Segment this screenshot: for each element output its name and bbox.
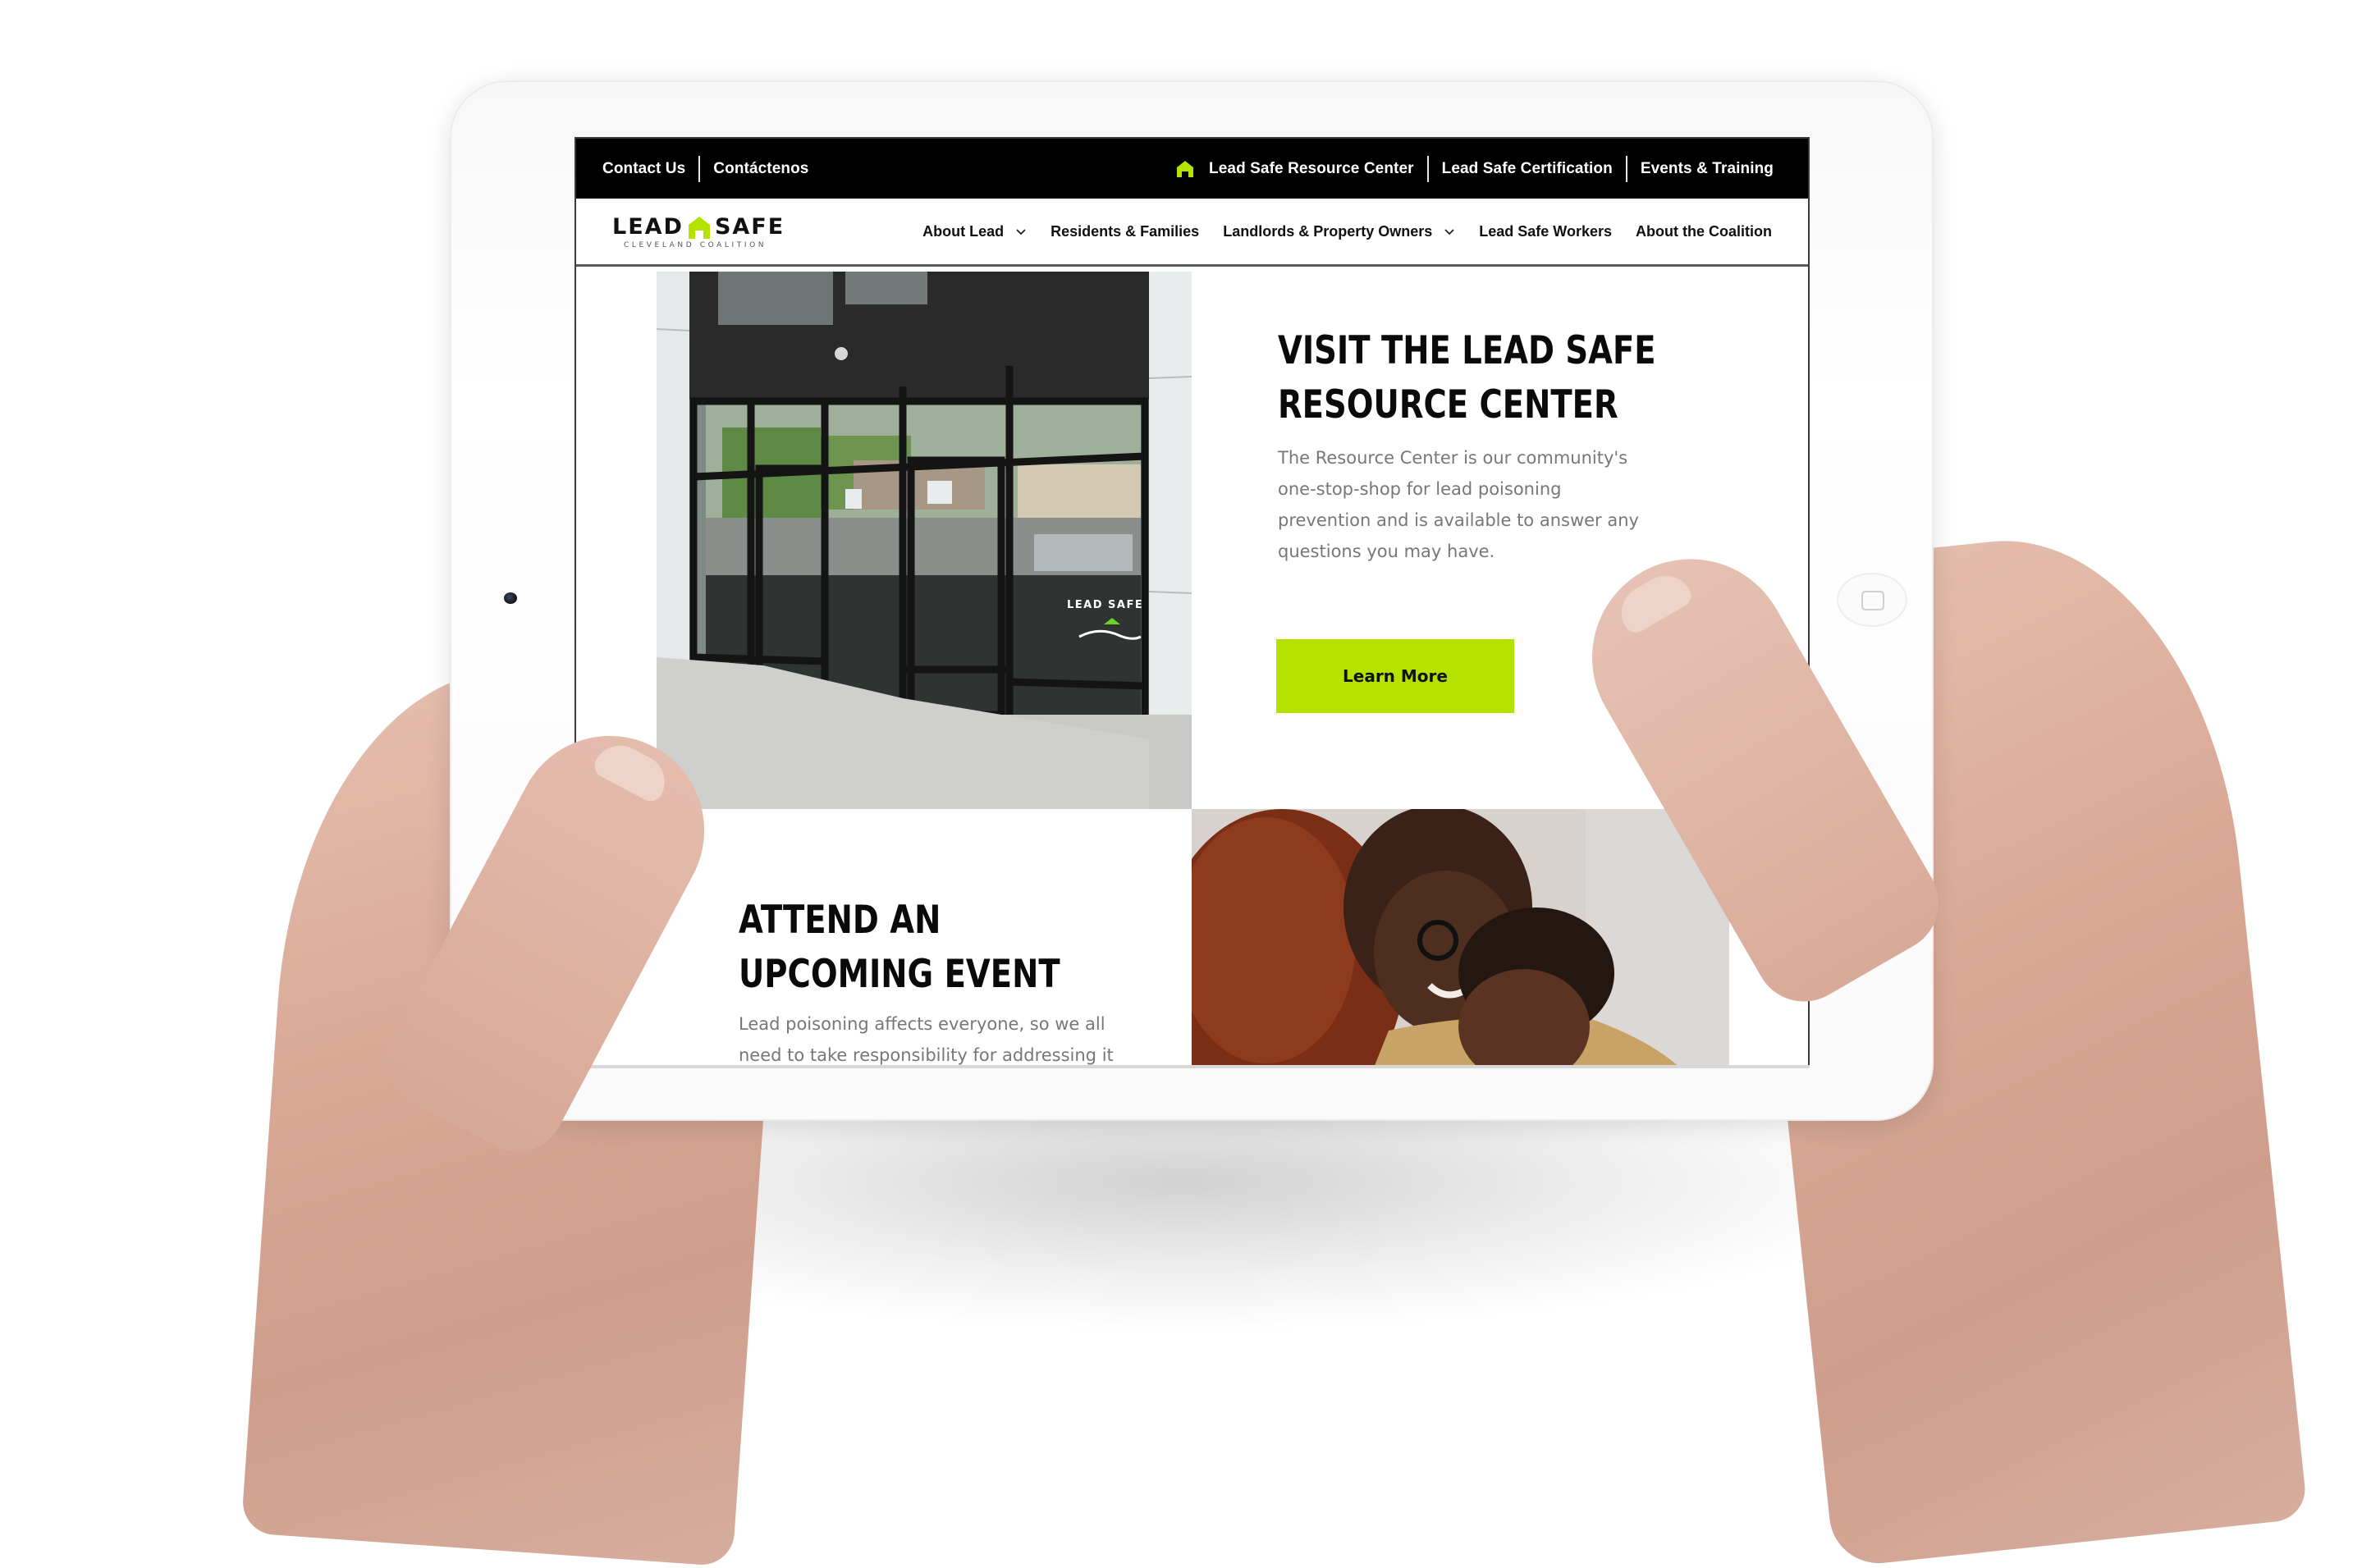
nav-item-lead-safe-workers[interactable]: Lead Safe Workers: [1479, 223, 1612, 240]
divider: [1625, 155, 1627, 182]
screen-bezel-edge: [574, 1065, 1810, 1068]
nav-item-about-lead[interactable]: About Lead: [922, 223, 1027, 240]
home-button[interactable]: [1837, 573, 1907, 627]
main-navigation: LEAD SAFE CLEVELAND COALITION About Lead…: [576, 199, 1808, 267]
resource-center-description: The Resource Center is our community's o…: [1278, 448, 1639, 561]
nav-item-residents-families[interactable]: Residents & Families: [1051, 223, 1199, 240]
divider: [698, 155, 701, 182]
events-section: ATTEND AN UPCOMING EVENT Lead poisoning …: [739, 894, 1149, 1067]
logo-word-right: SAFE: [714, 214, 785, 240]
nav-item-label: About Lead: [922, 222, 1005, 240]
storefront-photo: LEAD SAFE: [657, 272, 1192, 809]
learn-more-button[interactable]: Learn More: [1276, 639, 1514, 713]
nav-item-label: Landlords & Property Owners: [1223, 222, 1433, 240]
family-photo: [1192, 809, 1729, 1067]
resource-center-heading-line1: VISIT THE LEAD SAFE: [1278, 328, 1656, 373]
nav-item-label: Residents & Families: [1051, 222, 1200, 240]
logo-wordmark: LEAD SAFE: [612, 215, 785, 240]
house-icon: [688, 217, 710, 239]
logo-subtitle: CLEVELAND COALITION: [624, 241, 767, 249]
resource-center-heading-line2: RESOURCE CENTER: [1278, 382, 1618, 427]
camera-icon: [504, 592, 517, 604]
certification-link[interactable]: Lead Safe Certification: [1442, 160, 1613, 178]
events-training-link[interactable]: Events & Training: [1641, 160, 1774, 178]
nav-item-label: About the Coalition: [1636, 222, 1772, 240]
nav-item-label: Lead Safe Workers: [1479, 222, 1613, 240]
window-sign-text: LEAD SAFE: [1067, 599, 1143, 611]
divider: [1426, 155, 1429, 182]
logo-word-left: LEAD: [612, 214, 684, 240]
events-description: Lead poisoning affects everyone, so we a…: [739, 1014, 1114, 1065]
events-heading-line1: ATTEND AN: [739, 898, 941, 943]
nav-item-landlords[interactable]: Landlords & Property Owners: [1223, 223, 1455, 240]
contactenos-link[interactable]: Contáctenos: [713, 160, 808, 178]
utility-bar: Contact Us Contáctenos Lead Safe Resourc…: [576, 139, 1808, 199]
contact-us-link[interactable]: Contact Us: [602, 160, 685, 178]
site-logo[interactable]: LEAD SAFE CLEVELAND COALITION: [612, 215, 783, 254]
utility-bar-left: Contact Us Contáctenos: [602, 155, 808, 182]
nav-item-about-coalition[interactable]: About the Coalition: [1636, 223, 1772, 240]
storefront-illustration: LEAD SAFE: [657, 272, 1192, 809]
house-icon: [1177, 160, 1194, 177]
utility-bar-right: Lead Safe Resource Center Lead Safe Cert…: [1176, 155, 1774, 182]
chevron-down-icon: [1016, 229, 1026, 235]
home-button-icon: [1861, 591, 1884, 610]
nav-menu: About Lead Residents & Families Landlord…: [899, 199, 1772, 264]
resource-center-section: VISIT THE LEAD SAFE RESOURCE CENTER The …: [1278, 324, 1656, 584]
chevron-down-icon: [1444, 229, 1454, 235]
events-heading-line2: UPCOMING EVENT: [739, 952, 1060, 997]
family-illustration: [1192, 809, 1729, 1067]
resource-center-link[interactable]: Lead Safe Resource Center: [1209, 160, 1414, 178]
